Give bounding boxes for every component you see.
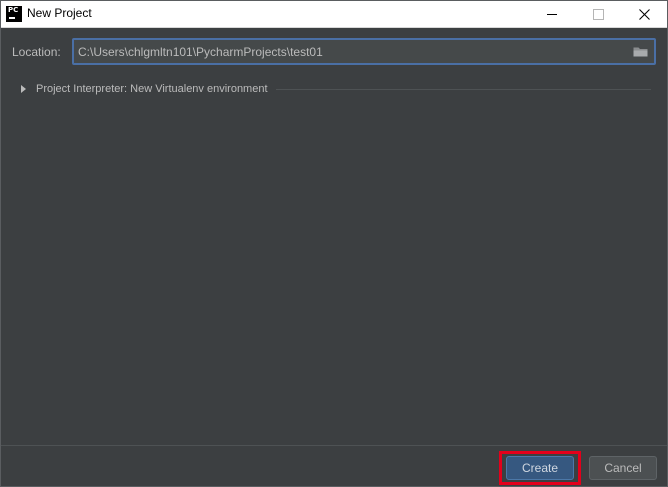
maximize-button[interactable]	[575, 1, 621, 27]
maximize-icon	[592, 8, 604, 20]
create-button[interactable]: Create	[506, 456, 574, 480]
close-icon	[638, 8, 650, 20]
project-interpreter-label[interactable]: Project Interpreter: New Virtualenv envi…	[36, 83, 268, 95]
window-title: New Project	[27, 6, 92, 20]
location-label: Location:	[12, 45, 61, 59]
minimize-icon	[547, 13, 557, 15]
browse-folder-icon[interactable]	[633, 46, 648, 57]
expand-arrow-icon[interactable]	[21, 85, 26, 93]
title-bar: PC New Project	[1, 1, 667, 28]
footer-divider	[1, 445, 667, 446]
new-project-dialog: PC New Project Location: Project Interpr…	[0, 0, 668, 487]
minimize-button[interactable]	[529, 1, 575, 27]
close-button[interactable]	[621, 1, 667, 27]
section-divider	[275, 88, 651, 90]
location-input[interactable]	[78, 42, 628, 62]
location-field[interactable]	[72, 38, 656, 65]
pycharm-logo-icon: PC	[6, 6, 22, 22]
project-interpreter-section[interactable]: Project Interpreter: New Virtualenv envi…	[21, 81, 651, 97]
cancel-button[interactable]: Cancel	[589, 456, 657, 480]
